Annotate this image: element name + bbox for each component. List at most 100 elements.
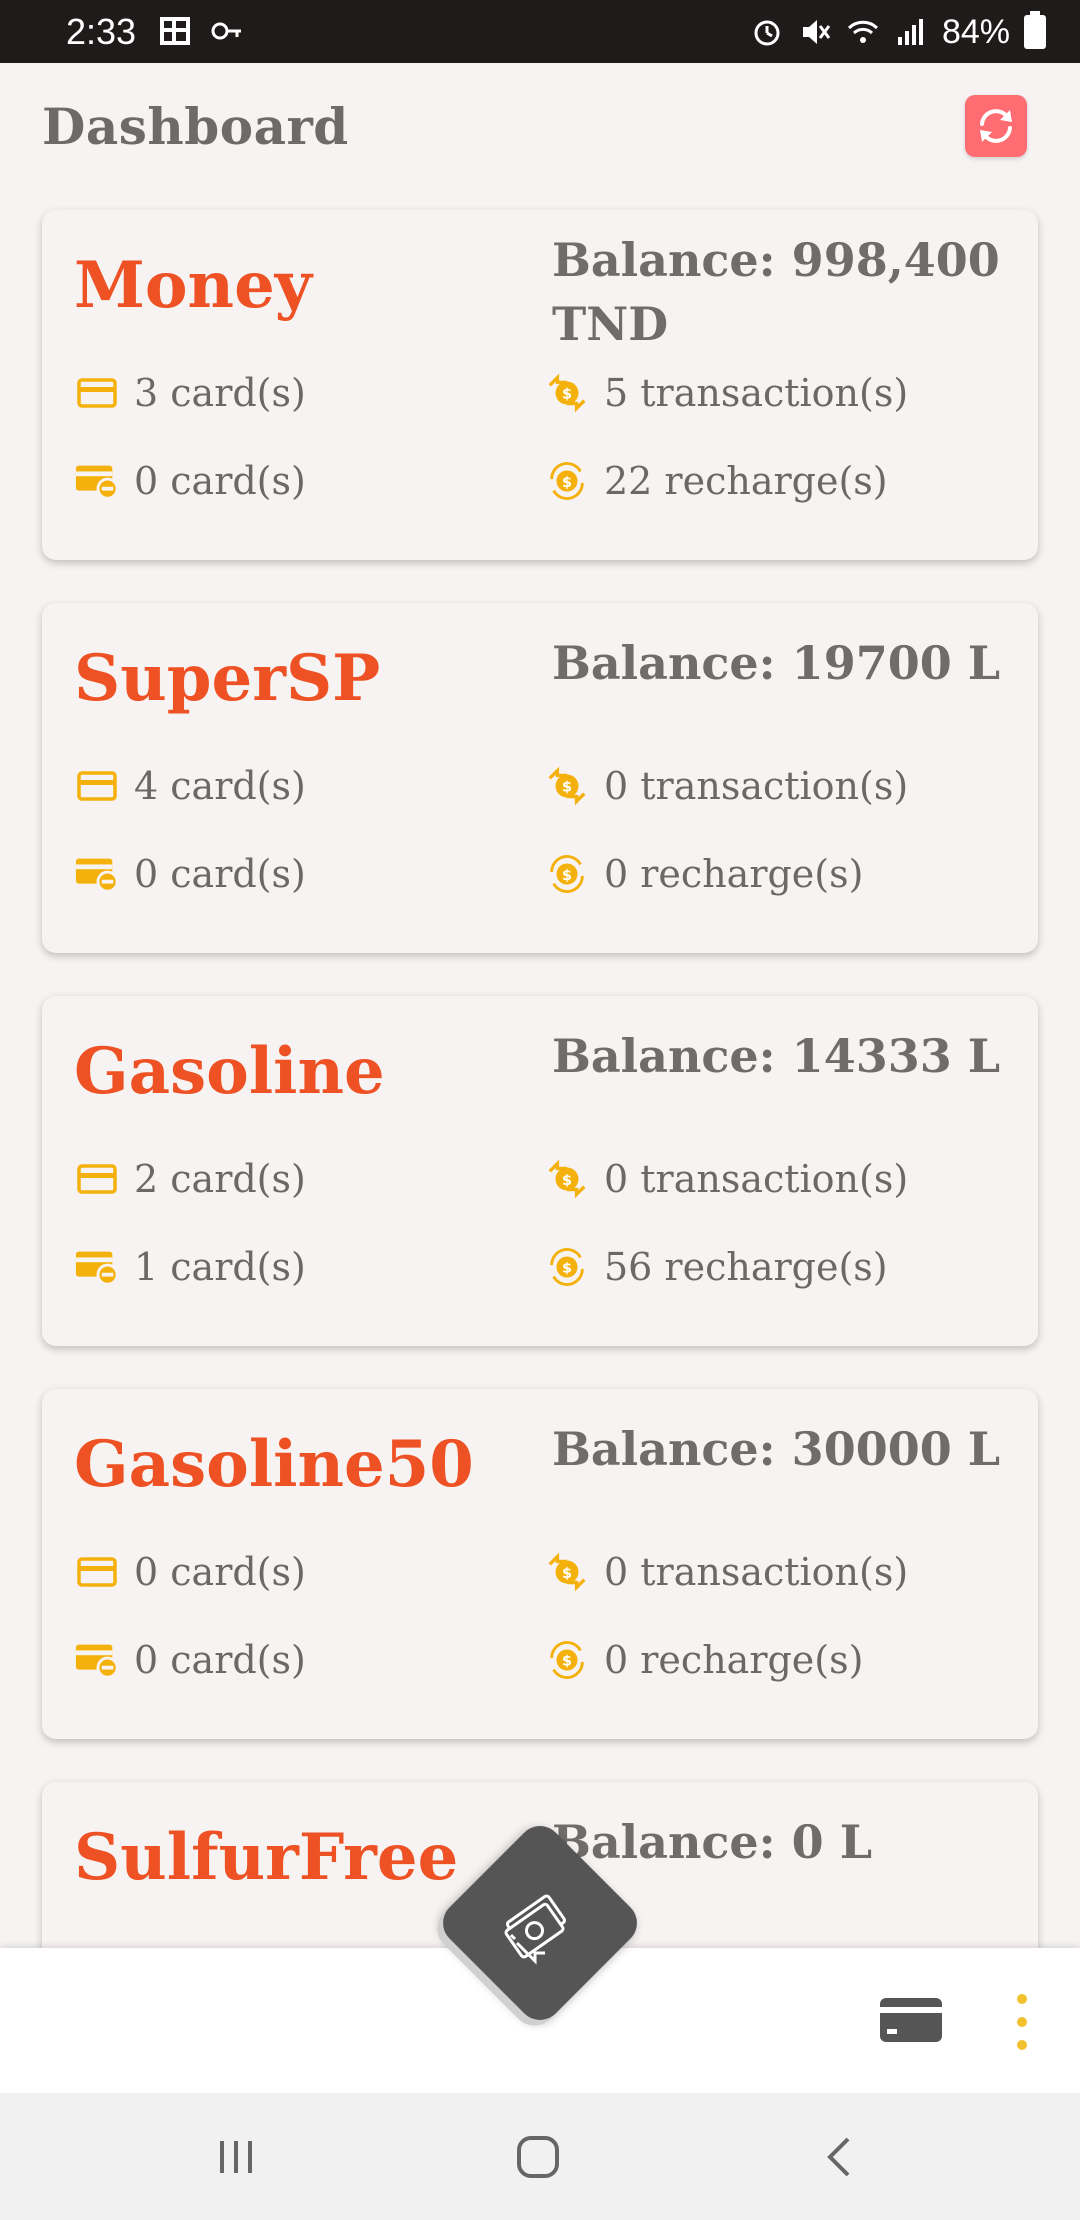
blocked-cards-label: 0 card(s) xyxy=(134,1638,306,1682)
cards-count: 0 card(s) xyxy=(74,1549,306,1595)
product-balance: Balance: 14333 L xyxy=(552,1029,1001,1083)
card-icon xyxy=(74,763,120,809)
recents-icon xyxy=(220,2141,252,2173)
recharges-count: $ 22 recharge(s) xyxy=(544,458,888,504)
product-name: Gasoline50 xyxy=(74,1427,474,1502)
svg-text:$: $ xyxy=(562,1173,572,1189)
svg-text:$: $ xyxy=(562,1654,572,1670)
transactions-label: 0 transaction(s) xyxy=(604,1550,909,1594)
card-blocked-icon xyxy=(74,1637,120,1683)
card-icon xyxy=(74,1549,120,1595)
product-card[interactable]: Money Balance: 998,400 TND 3 card(s) 0 c… xyxy=(42,210,1038,560)
cards-count: 2 card(s) xyxy=(74,1156,306,1202)
svg-text:$: $ xyxy=(562,1261,572,1277)
battery-percent: 84% xyxy=(941,13,1010,51)
product-balance: Balance: 30000 L xyxy=(552,1422,1001,1476)
more-options-button[interactable] xyxy=(1010,1994,1034,2050)
blocked-cards-count: 1 card(s) xyxy=(74,1244,306,1290)
recents-button[interactable] xyxy=(206,2129,266,2185)
credit-card-icon xyxy=(880,1998,942,2042)
cards-count-label: 0 card(s) xyxy=(134,1550,306,1594)
money-transfer-icon[interactable] xyxy=(492,1880,588,1976)
card-blocked-icon xyxy=(74,851,120,897)
cards-count-label: 4 card(s) xyxy=(134,764,306,808)
transaction-icon: $ xyxy=(544,1549,590,1595)
cards-count: 3 card(s) xyxy=(74,370,306,416)
blocked-cards-count: 0 card(s) xyxy=(74,458,306,504)
transaction-icon: $ xyxy=(544,763,590,809)
header: Dashboard xyxy=(0,63,1080,193)
transactions-label: 0 transaction(s) xyxy=(604,1157,909,1201)
card-icon xyxy=(74,1156,120,1202)
page-title: Dashboard xyxy=(42,97,349,156)
cards-count-label: 3 card(s) xyxy=(134,371,306,415)
cards-count-label: 2 card(s) xyxy=(134,1157,306,1201)
status-bar: 2:33 84% xyxy=(0,0,1080,63)
transactions-count: $ 0 transaction(s) xyxy=(544,1156,908,1202)
transactions-label: 5 transaction(s) xyxy=(604,371,909,415)
card-blocked-icon xyxy=(74,458,120,504)
product-balance: Balance: 0 L xyxy=(552,1815,873,1869)
svg-text:$: $ xyxy=(562,780,572,796)
recharge-icon: $ xyxy=(544,1637,590,1683)
cards-count: 4 card(s) xyxy=(74,763,306,809)
status-right-icons: 84% xyxy=(750,10,1046,54)
recharges-count: $ 0 recharge(s) xyxy=(544,1637,863,1683)
blocked-cards-count: 0 card(s) xyxy=(74,1637,306,1683)
battery-icon xyxy=(1024,11,1046,49)
status-time: 2:33 xyxy=(66,11,137,52)
recharges-count: $ 0 recharge(s) xyxy=(544,851,863,897)
signal-icon xyxy=(897,19,923,45)
recharges-count: $ 56 recharge(s) xyxy=(544,1244,888,1290)
recharges-label: 0 recharge(s) xyxy=(604,1638,864,1682)
blocked-cards-label: 1 card(s) xyxy=(134,1245,306,1289)
home-button[interactable] xyxy=(508,2129,568,2185)
product-balance: Balance: 19700 L xyxy=(552,636,1001,690)
more-vertical-icon xyxy=(1017,1994,1027,2004)
product-card[interactable]: Gasoline Balance: 14333 L 2 card(s) 1 ca… xyxy=(42,996,1038,1346)
product-name: Money xyxy=(74,248,312,323)
grid-icon xyxy=(160,17,190,45)
blocked-cards-label: 0 card(s) xyxy=(134,852,306,896)
credit-card-button[interactable] xyxy=(878,1996,944,2044)
refresh-icon xyxy=(980,109,1012,143)
home-icon xyxy=(517,2136,559,2178)
product-balance: Balance: 998,400 TND xyxy=(552,233,1000,351)
product-card[interactable]: Gasoline50 Balance: 30000 L 0 card(s) 0 … xyxy=(42,1389,1038,1739)
transaction-icon: $ xyxy=(544,1156,590,1202)
svg-text:$: $ xyxy=(562,475,572,491)
system-nav-bar xyxy=(0,2093,1080,2220)
key-icon xyxy=(211,22,241,40)
back-button[interactable] xyxy=(810,2129,870,2185)
alarm-icon xyxy=(754,20,780,46)
mute-icon xyxy=(802,20,831,44)
back-icon xyxy=(827,2137,850,2177)
transactions-count: $ 0 transaction(s) xyxy=(544,1549,908,1595)
recharges-label: 56 recharge(s) xyxy=(604,1245,888,1289)
recharge-icon: $ xyxy=(544,851,590,897)
blocked-cards-count: 0 card(s) xyxy=(74,851,306,897)
transactions-count: $ 5 transaction(s) xyxy=(544,370,908,416)
transactions-count: $ 0 transaction(s) xyxy=(544,763,908,809)
recharge-icon: $ xyxy=(544,1244,590,1290)
transaction-icon: $ xyxy=(544,370,590,416)
status-left-icons xyxy=(158,14,244,48)
card-icon xyxy=(74,370,120,416)
svg-text:$: $ xyxy=(562,387,572,403)
recharges-label: 0 recharge(s) xyxy=(604,852,864,896)
svg-text:$: $ xyxy=(562,1566,572,1582)
more-vertical-icon xyxy=(1017,2017,1027,2027)
refresh-button[interactable] xyxy=(965,95,1027,157)
recharge-icon: $ xyxy=(544,458,590,504)
product-name: Gasoline xyxy=(74,1034,385,1109)
recharges-label: 22 recharge(s) xyxy=(604,459,888,503)
product-name: SulfurFree xyxy=(74,1820,459,1895)
wifi-icon xyxy=(847,20,878,43)
svg-text:$: $ xyxy=(562,868,572,884)
card-blocked-icon xyxy=(74,1244,120,1290)
product-name: SuperSP xyxy=(74,641,381,716)
more-vertical-icon xyxy=(1017,2040,1027,2050)
blocked-cards-label: 0 card(s) xyxy=(134,459,306,503)
transactions-label: 0 transaction(s) xyxy=(604,764,909,808)
product-card[interactable]: SuperSP Balance: 19700 L 4 card(s) 0 car… xyxy=(42,603,1038,953)
